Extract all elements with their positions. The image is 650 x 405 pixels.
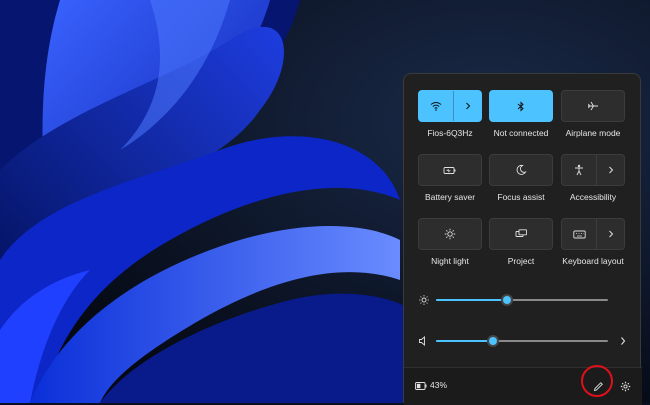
wifi-expand-button[interactable] [453,91,481,121]
project-label: Project [507,256,535,266]
volume-slider-fill [436,340,493,342]
keyboard-icon [572,230,586,238]
bluetooth-tile[interactable] [489,90,553,122]
bluetooth-label: Not connected [493,128,549,138]
sun-icon [444,228,456,240]
chevron-right-icon [608,166,613,174]
wifi-icon [430,102,442,111]
chevron-right-icon [465,102,470,110]
airplane-mode-label: Airplane mode [565,128,621,138]
battery-saver-icon [443,166,456,174]
settings-gear-icon[interactable] [620,381,631,392]
battery-saver-label: Battery saver [424,192,476,202]
keyboard-layout-toggle[interactable] [562,219,596,249]
battery-saver-tile[interactable] [418,154,482,186]
battery-percentage: 43% [430,380,448,390]
focus-assist-label: Focus assist [497,192,545,202]
volume-slider-thumb[interactable] [486,335,499,347]
wifi-tile[interactable] [418,90,482,122]
focus-assist-tile[interactable] [489,154,553,186]
night-light-tile[interactable] [418,218,482,250]
quick-settings-panel: Fios-6Q3Hz Not connected Airplane mode B… [403,73,642,405]
accessibility-icon [575,164,583,176]
brightness-slider-thumb[interactable] [500,294,513,306]
project-tile[interactable] [489,218,553,250]
moon-icon [516,164,527,175]
brightness-slider-fill [436,299,507,301]
chevron-right-icon [608,230,613,238]
airplane-icon [588,101,598,111]
wifi-label: Fios-6Q3Hz [427,128,473,138]
keyboard-layout-expand-button[interactable] [596,219,624,249]
battery-icon[interactable] [415,382,427,390]
airplane-mode-tile[interactable] [561,90,625,122]
accessibility-toggle[interactable] [562,155,596,185]
speaker-icon[interactable] [418,335,430,347]
night-light-label: Night light [431,256,469,266]
accessibility-label: Accessibility [569,192,617,202]
volume-slider-row [416,333,636,349]
keyboard-layout-label: Keyboard layout [562,256,624,266]
wifi-toggle[interactable] [419,91,453,121]
brightness-slider-row [416,292,636,308]
bluetooth-icon [517,100,524,112]
project-icon [515,229,527,237]
keyboard-layout-tile[interactable] [561,218,625,250]
highlight-circle-annotation [581,365,613,397]
volume-slider[interactable] [436,335,608,347]
brightness-slider[interactable] [436,294,608,306]
brightness-icon [419,295,429,305]
accessibility-tile[interactable] [561,154,625,186]
chevron-right-icon[interactable] [620,336,626,346]
accessibility-expand-button[interactable] [596,155,624,185]
